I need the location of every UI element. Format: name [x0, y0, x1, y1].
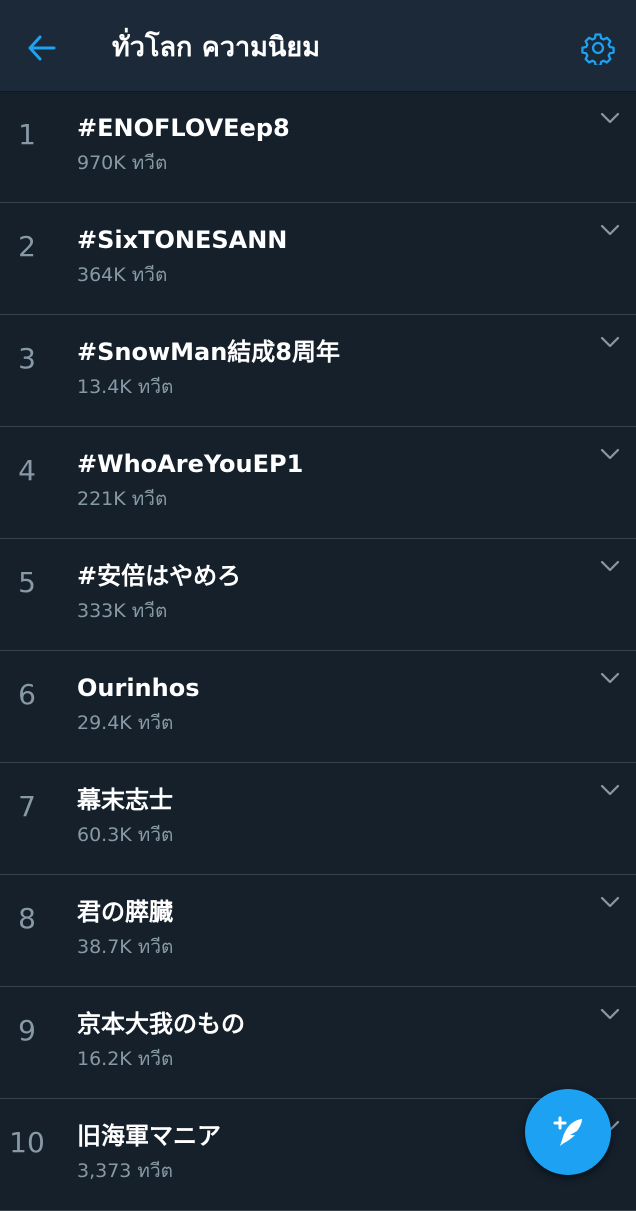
page-title: ทั่วโลก ความนิยม — [112, 32, 321, 63]
settings-button[interactable] — [574, 26, 622, 70]
chevron-down-icon — [600, 672, 620, 684]
trend-tweet-count: 221K ทวีต — [77, 488, 168, 510]
chevron-down-icon — [600, 224, 620, 236]
trend-tweet-count: 364K ทวีต — [77, 264, 168, 286]
trend-tweet-count: 38.7K ทวีต — [77, 936, 174, 958]
trend-rank: 1 — [18, 118, 36, 151]
trend-tweet-count: 13.4K ทวีต — [77, 376, 174, 398]
trend-rank: 10 — [9, 1126, 45, 1159]
trend-menu-button[interactable] — [594, 891, 626, 913]
trend-tweet-count: 333K ทวีต — [77, 600, 168, 622]
trend-rank: 3 — [18, 342, 36, 375]
trend-rank: 7 — [18, 790, 36, 823]
trend-tweet-count: 60.3K ทวีต — [77, 824, 174, 846]
trend-row[interactable]: 2 #SixTONESANN 364K ทวีต — [0, 203, 636, 315]
trend-rank: 4 — [18, 454, 36, 487]
trend-tweet-count: 970K ทวีต — [77, 152, 168, 174]
gear-icon — [581, 33, 615, 65]
trend-menu-button[interactable] — [594, 667, 626, 689]
trends-list: 1 #ENOFLOVEep8 970K ทวีต 2 #SixTONESANN … — [0, 91, 636, 1211]
arrow-left-icon — [28, 35, 56, 61]
back-button[interactable] — [18, 28, 66, 68]
trend-menu-button[interactable] — [594, 1003, 626, 1025]
chevron-down-icon — [600, 336, 620, 348]
trend-name: 京本大我のもの — [77, 1010, 245, 1038]
trend-menu-button[interactable] — [594, 555, 626, 577]
trend-name: #SixTONESANN — [77, 226, 288, 254]
chevron-down-icon — [600, 112, 620, 124]
trend-menu-button[interactable] — [594, 779, 626, 801]
trend-row[interactable]: 4 #WhoAreYouEP1 221K ทวีต — [0, 427, 636, 539]
compose-tweet-button[interactable] — [525, 1089, 611, 1175]
compose-tweet-icon — [553, 1116, 582, 1146]
top-app-bar: ทั่วโลก ความนิยม — [0, 6, 636, 91]
trend-menu-button[interactable] — [594, 107, 626, 129]
trend-rank: 5 — [18, 566, 36, 599]
trend-rank: 8 — [18, 902, 36, 935]
trend-tweet-count: 29.4K ทวีต — [77, 712, 174, 734]
trend-name: #安倍はやめろ — [77, 562, 242, 590]
trend-menu-button[interactable] — [594, 219, 626, 241]
trend-row[interactable]: 1 #ENOFLOVEep8 970K ทวีต — [0, 91, 636, 203]
trend-name: Ourinhos — [77, 674, 200, 702]
chevron-down-icon — [600, 896, 620, 908]
trend-row[interactable]: 8 君の膵臓 38.7K ทวีต — [0, 875, 636, 987]
trend-name: #ENOFLOVEep8 — [77, 114, 290, 142]
trend-rank: 6 — [18, 678, 36, 711]
trend-name: 旧海軍マニア — [77, 1122, 221, 1150]
trend-row[interactable]: 5 #安倍はやめろ 333K ทวีต — [0, 539, 636, 651]
trend-rank: 9 — [18, 1014, 36, 1047]
trend-name: 君の膵臓 — [77, 898, 173, 926]
trend-row[interactable]: 9 京本大我のもの 16.2K ทวีต — [0, 987, 636, 1099]
chevron-down-icon — [600, 560, 620, 572]
chevron-down-icon — [600, 448, 620, 460]
trend-row[interactable]: 6 Ourinhos 29.4K ทวีต — [0, 651, 636, 763]
chevron-down-icon — [600, 784, 620, 796]
trend-menu-button[interactable] — [594, 331, 626, 353]
trend-tweet-count: 16.2K ทวีต — [77, 1048, 174, 1070]
chevron-down-icon — [600, 1008, 620, 1020]
trend-row[interactable]: 7 幕末志士 60.3K ทวีต — [0, 763, 636, 875]
trend-tweet-count: 3,373 ทวีต — [77, 1160, 173, 1182]
trend-rank: 2 — [18, 230, 36, 263]
trend-row[interactable]: 3 #SnowMan結成8周年 13.4K ทวีต — [0, 315, 636, 427]
trend-name: 幕末志士 — [77, 786, 173, 814]
trend-name: #SnowMan結成8周年 — [77, 338, 341, 366]
trend-name: #WhoAreYouEP1 — [77, 450, 304, 478]
trend-menu-button[interactable] — [594, 443, 626, 465]
